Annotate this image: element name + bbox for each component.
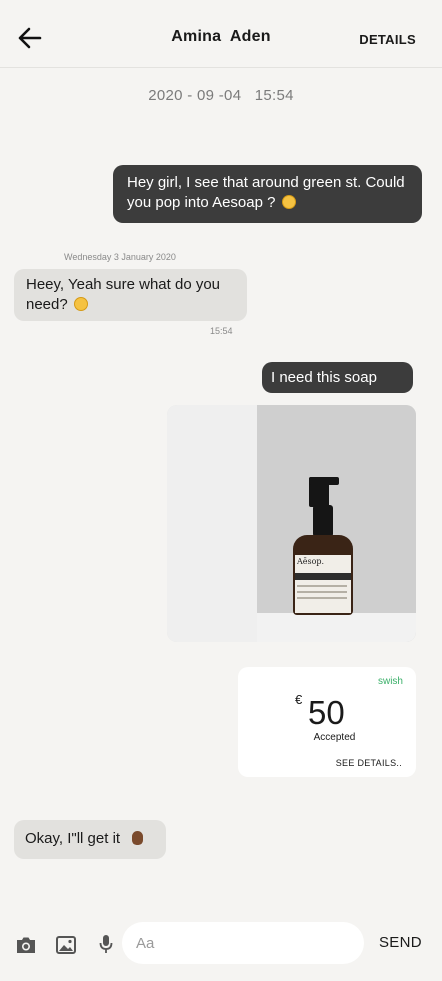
chat-header: Amina Aden DETAILS — [0, 0, 442, 68]
soap-brand-text: Aēsop. — [297, 557, 325, 566]
soap-label-band — [295, 573, 351, 580]
image-message[interactable]: Aēsop. — [167, 405, 416, 642]
soap-bottle-neck — [313, 505, 333, 537]
soap-label-line — [297, 597, 347, 599]
payment-amount: 50 — [308, 694, 345, 731]
grinning-emoji-icon — [281, 195, 296, 209]
message-day-label: Wednesday 3 January 2020 — [64, 252, 176, 262]
smiling-emoji-icon — [73, 297, 88, 311]
see-details-link[interactable]: SEE DETAILS.. — [336, 758, 402, 768]
message-bubble-incoming[interactable]: Heey, Yeah sure what do you need? — [14, 269, 247, 321]
message-text: Heey, Yeah sure what do you need? — [26, 276, 221, 313]
message-bubble-outgoing[interactable]: I need this soap — [262, 362, 413, 393]
message-input[interactable] — [122, 922, 364, 964]
message-text: Hey girl, I see that around green st. Co… — [127, 174, 405, 211]
message-timestamp: 15:54 — [210, 326, 233, 336]
payment-status: Accepted — [313, 732, 356, 743]
payment-provider: swish — [377, 676, 403, 687]
soap-nozzle — [309, 477, 339, 485]
camera-icon[interactable] — [16, 936, 36, 954]
message-text: I need this soap — [271, 369, 377, 386]
message-bubble-incoming[interactable]: Okay, I"ll get it — [14, 820, 166, 859]
conversation-datestamp: 2020 - 09 -04 15:54 — [148, 87, 294, 104]
microphone-icon[interactable] — [98, 934, 114, 954]
soap-label-line — [297, 585, 347, 587]
ok-hand-emoji-icon — [132, 831, 144, 845]
message-bubble-outgoing[interactable]: Hey girl, I see that around green st. Co… — [113, 165, 422, 223]
soap-label-line — [297, 591, 347, 593]
payment-currency: € — [295, 692, 303, 707]
details-button[interactable]: DETAILS — [359, 32, 416, 47]
message-text: Okay, I"ll get it — [25, 830, 125, 847]
send-button[interactable]: SEND — [379, 934, 422, 951]
photo-shelf — [257, 613, 416, 642]
gallery-icon[interactable] — [56, 936, 76, 954]
photo-background — [167, 405, 257, 642]
payment-card[interactable]: swish € 50 Accepted SEE DETAILS.. — [238, 667, 416, 777]
